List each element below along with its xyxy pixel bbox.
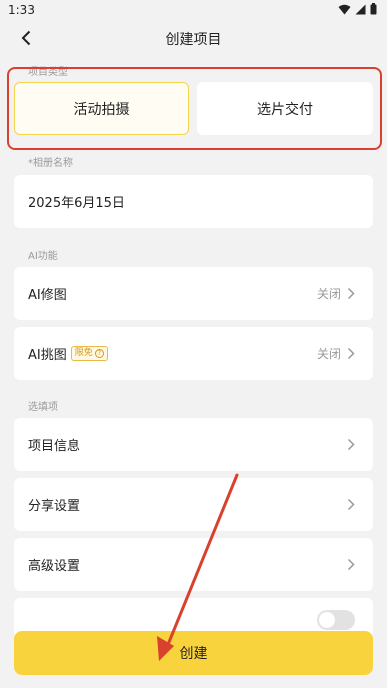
ai-pick-label: AI挑图 [28,348,67,363]
ai-retouch-label: AI修图 [28,288,67,303]
page-title: 创建项目 [165,32,222,48]
album-name-field[interactable]: 2025年6月15日 [14,175,373,228]
free-badge: 限免 ? [70,346,108,361]
advanced-settings-row[interactable]: 高级设置 [14,538,373,591]
ai-pick-row[interactable]: AI挑图 限免 ? 关闭 [14,327,373,380]
chevron-right-icon [347,287,355,300]
setting-toggle[interactable] [317,610,355,630]
chevron-right-icon [347,438,355,451]
ai-section-label: AI功能 [28,251,58,262]
project-info-row[interactable]: 项目信息 [14,418,373,471]
album-name-value: 2025年6月15日 [28,196,125,211]
ai-pick-status: 关闭 [316,347,341,361]
chevron-right-icon [347,498,355,511]
ai-retouch-status: 关闭 [316,287,341,301]
chevron-right-icon [347,347,355,360]
status-icons [338,3,377,15]
nav-bar: 创建项目 [0,22,387,54]
advanced-settings-label: 高级设置 [28,559,81,574]
status-bar: 1:33 [0,0,387,22]
album-name-label: *相册名称 [28,158,73,169]
ai-retouch-row[interactable]: AI修图 关闭 [14,267,373,320]
wifi-icon [338,4,351,14]
share-settings-row[interactable]: 分享设置 [14,478,373,531]
chevron-right-icon [347,558,355,571]
project-info-label: 项目信息 [28,439,81,454]
share-settings-label: 分享设置 [28,499,81,514]
optional-section-label: 选填项 [28,402,58,413]
help-icon: ? [94,349,104,358]
create-button[interactable]: 创建 [14,631,373,675]
signal-icon [355,4,366,14]
battery-icon [370,3,377,15]
create-button-label: 创建 [179,646,208,662]
status-time: 1:33 [8,3,35,17]
highlight-box [7,67,382,150]
free-badge-text: 限免 [74,348,93,358]
